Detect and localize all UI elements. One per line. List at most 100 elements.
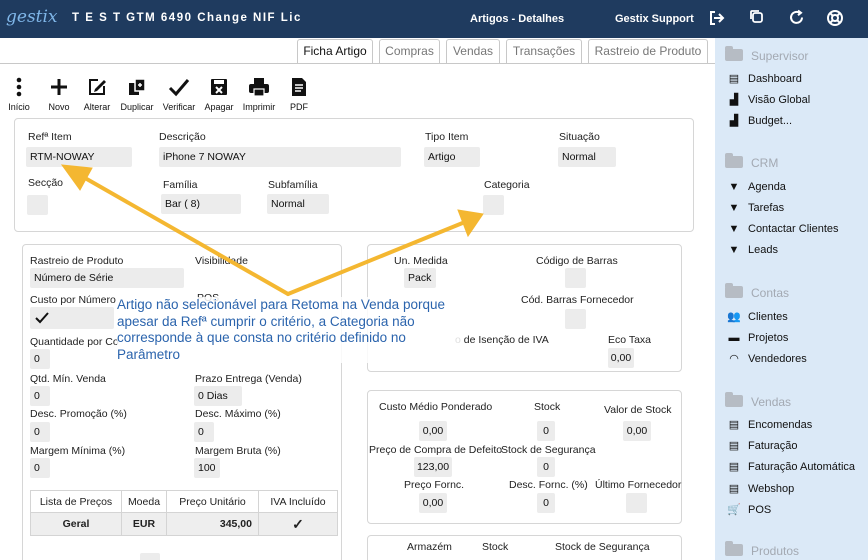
eco-taxa-field[interactable]: 0,00 bbox=[608, 348, 634, 368]
toolbar-duplicar-button[interactable]: Duplicar bbox=[118, 76, 156, 112]
desc-maximo-field[interactable]: 0 bbox=[194, 422, 214, 442]
qtd-min-venda-field[interactable]: 0 bbox=[30, 386, 50, 406]
ultimo-fornecedor-field[interactable] bbox=[626, 493, 647, 513]
toolbar-apagar-button[interactable]: Apagar bbox=[202, 76, 236, 112]
valor-stock-field[interactable]: 0,00 bbox=[623, 421, 651, 441]
qtd-por-co-field[interactable]: 0 bbox=[30, 349, 50, 369]
sidebar-item-faturacao-automatica[interactable]: ▤ Faturação Automática bbox=[727, 459, 855, 475]
desc-promocao-field[interactable]: 0 bbox=[30, 422, 50, 442]
price-list-table: Lista de Preços Moeda Preço Unitário IVA… bbox=[30, 490, 338, 536]
sidebar-section-contas[interactable]: Contas bbox=[725, 283, 790, 302]
help-icon[interactable] bbox=[825, 9, 845, 29]
preco-compra-field[interactable]: 123,00 bbox=[414, 457, 452, 477]
sidebar-item-dashboard[interactable]: ▤ Dashboard bbox=[727, 71, 802, 87]
document-icon: ▤ bbox=[728, 419, 740, 431]
sidebar-section-title: Contas bbox=[751, 286, 790, 300]
tab-transacoes[interactable]: Transações bbox=[506, 39, 582, 63]
preco-fornc-field[interactable]: 0,00 bbox=[419, 493, 447, 513]
sidebar-item-encomendas[interactable]: ▤ Encomendas bbox=[727, 417, 812, 433]
sidebar-section-title: Vendas bbox=[751, 395, 792, 409]
plus-icon bbox=[44, 76, 74, 102]
ref-field[interactable]: RTM-NOWAY bbox=[26, 147, 132, 167]
sidebar-section-supervisor[interactable]: Supervisor bbox=[725, 46, 808, 65]
descricao-field[interactable]: iPhone 7 NOWAY bbox=[159, 147, 401, 167]
vat-included-header[interactable]: IVA Incluído bbox=[258, 490, 338, 513]
toolbar-verificar-button[interactable]: Verificar bbox=[160, 76, 198, 112]
desc-promocao-label: Desc. Promoção (%) bbox=[30, 408, 127, 420]
seccao-field[interactable] bbox=[27, 195, 48, 215]
sidebar-item-contactar-clientes[interactable]: ▼ Contactar Clientes bbox=[727, 221, 839, 237]
delete-icon bbox=[202, 76, 236, 102]
sidebar-item-webshop[interactable]: ▤ Webshop bbox=[727, 481, 794, 497]
sidebar-item-projetos[interactable]: ▬ Projetos bbox=[727, 330, 789, 346]
price-list-header[interactable]: Lista de Preços bbox=[30, 490, 122, 513]
codigo-barras-field[interactable] bbox=[565, 268, 586, 288]
sidebar-item-label: Faturação bbox=[748, 440, 798, 452]
qtd-por-co-label: Quantidade por Co bbox=[30, 336, 119, 348]
sidebar-item-pos[interactable]: 🛒 POS bbox=[727, 502, 771, 518]
app-logo[interactable]: gestix bbox=[6, 7, 58, 27]
categoria-field[interactable] bbox=[483, 195, 504, 215]
sidebar-section-vendas[interactable]: Vendas bbox=[725, 392, 792, 411]
sidebar-item-label: Budget... bbox=[748, 115, 793, 127]
bottom-small-field[interactable] bbox=[140, 553, 160, 560]
user-name[interactable]: Gestix Support bbox=[615, 13, 694, 25]
sidebar-item-agenda[interactable]: ▼ Agenda bbox=[727, 179, 786, 195]
prazo-entrega-label: Prazo Entrega (Venda) bbox=[195, 373, 302, 385]
toolbar-pdf-button[interactable]: PDF bbox=[284, 76, 314, 112]
sidebar-item-visao-global[interactable]: ▟ Visão Global bbox=[727, 92, 810, 108]
toolbar-alterar-button[interactable]: Alterar bbox=[82, 76, 112, 112]
sidebar-item-label: Faturação Automática bbox=[748, 461, 856, 473]
sidebar-item-faturacao[interactable]: ▤ Faturação bbox=[727, 438, 798, 454]
annotation-text: Artigo não selecionável para Retoma na V… bbox=[117, 297, 462, 363]
stock-label: Stock bbox=[534, 401, 561, 413]
refresh-icon[interactable] bbox=[786, 9, 806, 29]
rastreio-field[interactable]: Número de Série bbox=[30, 268, 184, 288]
sidebar-item-label: Contactar Clientes bbox=[748, 223, 839, 235]
sidebar-item-label: Projetos bbox=[748, 332, 789, 344]
subfamilia-label: Subfamília bbox=[268, 179, 318, 191]
sidebar-section-produtos[interactable]: Produtos bbox=[725, 541, 799, 560]
toolbar-imprimir-button[interactable]: Imprimir bbox=[240, 76, 278, 112]
sidebar-item-leads[interactable]: ▼ Leads bbox=[727, 242, 778, 258]
currency-header[interactable]: Moeda bbox=[121, 490, 167, 513]
familia-label: Família bbox=[163, 179, 198, 191]
sidebar-item-clientes[interactable]: 👥 Clientes bbox=[727, 309, 788, 325]
stock-field[interactable]: 0 bbox=[537, 421, 555, 441]
vat-included-cell: ✓ bbox=[258, 512, 338, 536]
custo-numero-checkbox[interactable] bbox=[30, 307, 114, 329]
tab-vendas[interactable]: Vendas bbox=[446, 39, 500, 63]
un-medida-field[interactable]: Pack bbox=[404, 268, 436, 288]
toolbar-inicio-button[interactable]: Início bbox=[4, 76, 34, 112]
warehouse-stock-seguranca-header[interactable]: Stock de Segurança bbox=[555, 541, 650, 553]
sidebar-item-vendedores[interactable]: ◠ Vendedores bbox=[727, 351, 807, 367]
table-row[interactable]: Geral EUR 345,00 ✓ bbox=[30, 512, 338, 536]
subfamilia-field[interactable]: Normal bbox=[267, 194, 329, 214]
tab-ficha-artigo[interactable]: Ficha Artigo bbox=[297, 39, 373, 63]
toolbar-label: Verificar bbox=[162, 102, 196, 112]
warehouse-stock-header[interactable]: Stock bbox=[482, 541, 508, 553]
sidebar-section-crm[interactable]: CRM bbox=[725, 153, 778, 172]
tab-compras[interactable]: Compras bbox=[379, 39, 440, 63]
situacao-field[interactable]: Normal bbox=[558, 147, 616, 167]
desc-fornc-field[interactable]: 0 bbox=[537, 493, 555, 513]
sidebar-item-label: Clientes bbox=[748, 311, 788, 323]
projects-icon: ▬ bbox=[728, 332, 740, 344]
logout-icon[interactable] bbox=[707, 9, 727, 29]
unit-price-header[interactable]: Preço Unitário bbox=[166, 490, 259, 513]
stock-seguranca-field[interactable]: 0 bbox=[537, 457, 555, 477]
windows-icon[interactable] bbox=[747, 9, 767, 29]
custo-medio-field[interactable]: 0,00 bbox=[419, 421, 447, 441]
armazem-header[interactable]: Armazém bbox=[407, 541, 452, 553]
toolbar-novo-button[interactable]: Novo bbox=[44, 76, 74, 112]
familia-field[interactable]: Bar ( 8) bbox=[161, 194, 241, 214]
sidebar-item-tarefas[interactable]: ▼ Tarefas bbox=[727, 200, 785, 216]
sidebar-item-label: Visão Global bbox=[748, 94, 811, 106]
cod-barras-fornecedor-field[interactable] bbox=[565, 309, 586, 329]
tipo-item-field[interactable]: Artigo bbox=[424, 147, 480, 167]
tab-rastreio-produto[interactable]: Rastreio de Produto bbox=[588, 39, 708, 63]
prazo-entrega-field[interactable]: 0 Dias bbox=[194, 386, 242, 406]
margem-minima-field[interactable]: 0 bbox=[30, 458, 50, 478]
sidebar-item-budget[interactable]: ▟ Budget... bbox=[727, 113, 792, 129]
margem-bruta-field[interactable]: 100 bbox=[194, 458, 220, 478]
